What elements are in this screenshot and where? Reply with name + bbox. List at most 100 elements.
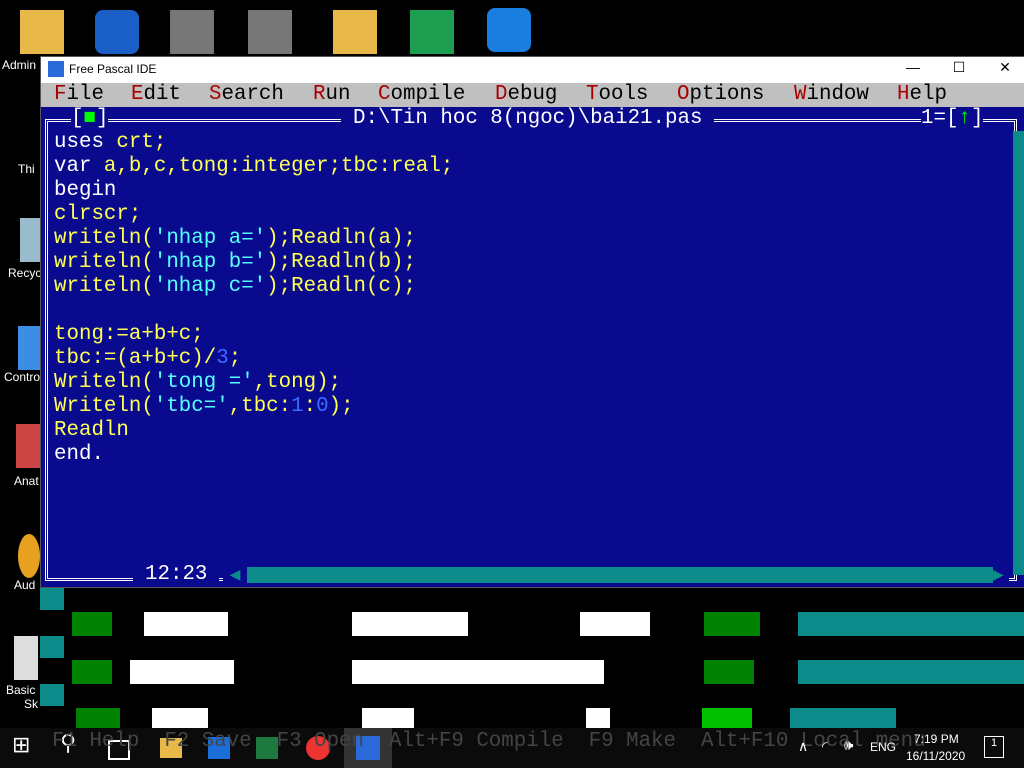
menu-hotkey: H xyxy=(897,83,910,106)
windows-start-icon[interactable]: ⊞ xyxy=(12,732,40,760)
code-line: begin xyxy=(54,179,116,203)
menu-hotkey: D xyxy=(495,83,508,106)
menu-label: earch xyxy=(221,83,284,106)
code-line: writeln('nhap b=');Readln(b); xyxy=(54,251,416,275)
language-indicator[interactable]: ENG xyxy=(870,740,896,754)
menu-hotkey: S xyxy=(209,83,222,106)
code-token: 0 xyxy=(316,395,329,418)
menu-label: un xyxy=(325,83,351,106)
code-line: tong:=a+b+c; xyxy=(54,323,204,347)
scroll-right-icon[interactable]: ▶ xyxy=(993,567,1009,584)
menu-label: dit xyxy=(143,83,181,106)
menu-options[interactable]: Options xyxy=(677,83,764,107)
code-token: 1 xyxy=(291,395,304,418)
pictures-folder-icon[interactable] xyxy=(333,10,377,54)
code-line: var a,b,c,tong:integer;tbc:real; xyxy=(54,155,453,179)
notification-icon[interactable]: 1 xyxy=(984,736,1004,758)
menu-hotkey: R xyxy=(313,83,326,106)
app-shortcut-icon[interactable] xyxy=(95,10,139,54)
window-number-zoom[interactable]: 1=[↑] xyxy=(921,107,984,131)
code-token: a,b,c,tong:integer;tbc:real; xyxy=(103,155,454,178)
zoom-icon[interactable]: ↑ xyxy=(958,107,970,130)
editor-window[interactable]: [■] D:\Tin hoc 8(ngoc)\bai21.pas 1=[↑] u… xyxy=(41,107,1024,587)
title-bar[interactable]: Free Pascal IDE — ☐ ✕ xyxy=(41,57,1024,81)
menu-hotkey: C xyxy=(378,83,391,106)
menu-label: ebug xyxy=(507,83,558,106)
menu-search[interactable]: Search xyxy=(209,83,284,107)
code-token: crt; xyxy=(116,131,167,154)
menu-file[interactable]: File xyxy=(54,83,104,107)
code-token: );Readln(a); xyxy=(266,227,416,250)
menu-window[interactable]: Window xyxy=(794,83,869,107)
code-line: Readln xyxy=(54,419,129,443)
code-token: : xyxy=(303,395,317,418)
horizontal-scrollbar[interactable]: ◀ ▶ xyxy=(223,567,1009,584)
code-token: 'tbc=' xyxy=(153,395,229,418)
code-line: end. xyxy=(54,443,104,467)
audio-icon[interactable] xyxy=(18,534,40,578)
menu-help[interactable]: Help xyxy=(897,83,947,107)
desktop-label: Contro xyxy=(4,370,41,384)
menu-hotkey: T xyxy=(586,83,599,106)
sheets-icon[interactable] xyxy=(410,10,454,54)
menu-label: ptions xyxy=(689,83,765,106)
code-token: end. xyxy=(54,443,104,466)
code-token: ); xyxy=(328,395,354,418)
desktop-label: Admin xyxy=(2,58,37,72)
window-title: Free Pascal IDE xyxy=(69,62,157,76)
code-token: ,tbc: xyxy=(228,395,292,418)
render-artifacts xyxy=(40,588,1024,728)
menu-bar: File Edit Search Run Compile Debug Tools Option… xyxy=(41,83,1024,107)
desktop-label: Anat xyxy=(14,474,39,488)
user-folder-icon[interactable] xyxy=(20,10,64,54)
code-token: writeln( xyxy=(54,227,154,250)
anatomy-icon[interactable] xyxy=(16,424,40,468)
code-line: tbc:=(a+b+c)/3; xyxy=(54,347,241,371)
code-token: tong:=a+b+c; xyxy=(54,323,204,346)
code-line: clrscr; xyxy=(54,203,141,227)
code-token: clrscr; xyxy=(54,203,142,226)
teamviewer-icon[interactable] xyxy=(487,8,531,52)
code-token: 'nhap a=' xyxy=(153,227,267,250)
code-token: );Readln(c); xyxy=(266,275,416,298)
basic-sketch-icon[interactable] xyxy=(14,636,38,680)
code-token: 3 xyxy=(216,347,229,370)
clock-time[interactable]: 7:19 PM xyxy=(914,732,959,746)
close-button[interactable]: ✕ xyxy=(985,59,1024,79)
code-token: Writeln( xyxy=(54,371,154,394)
control-panel-icon[interactable] xyxy=(18,326,40,370)
show-hidden-icons[interactable]: ∧ xyxy=(798,738,808,755)
desktop-label: Recyc xyxy=(8,266,42,280)
close-window-button[interactable]: [■] xyxy=(71,107,109,131)
settings-file-icon[interactable] xyxy=(170,10,214,54)
desktop-label: Sk xyxy=(24,697,39,711)
code-token: writeln( xyxy=(54,275,154,298)
code-line: writeln('nhap c=');Readln(c); xyxy=(54,275,416,299)
menu-label: elp xyxy=(909,83,947,106)
free-pascal-window: Free Pascal IDE — ☐ ✕ File Edit Search Run C… xyxy=(40,56,1024,588)
menu-run[interactable]: Run xyxy=(313,83,350,107)
code-line: Writeln('tong =',tong); xyxy=(54,371,341,395)
minimize-button[interactable]: — xyxy=(893,59,933,79)
menu-compile[interactable]: Compile xyxy=(378,83,465,107)
status-line: F1 Help F2 Save F3 Open Alt+F9 Compile F… xyxy=(52,730,926,753)
network-icon[interactable]: ◜ xyxy=(822,738,827,755)
window-number: 1 xyxy=(921,107,934,130)
desktop-label: Thi xyxy=(18,162,35,176)
cursor-position: 12:23 xyxy=(133,563,220,587)
maximize-button[interactable]: ☐ xyxy=(939,59,979,79)
volume-icon[interactable]: 🕪 xyxy=(844,737,853,754)
taskbar: ⊞ ⚲ F1 Help F2 Save F3 Open Alt+F9 Compi… xyxy=(0,728,1024,768)
desktop-label: Aud xyxy=(14,578,36,592)
scroll-left-icon[interactable]: ◀ xyxy=(223,567,247,584)
recycle-bin-icon[interactable] xyxy=(20,218,40,262)
menu-edit[interactable]: Edit xyxy=(131,83,181,107)
vertical-scrollbar[interactable] xyxy=(1013,131,1024,575)
menu-hotkey: W xyxy=(794,83,807,106)
menu-hotkey: O xyxy=(677,83,690,106)
settings-file-icon[interactable] xyxy=(248,10,292,54)
menu-tools[interactable]: Tools xyxy=(586,83,648,107)
clock-date[interactable]: 16/11/2020 xyxy=(906,749,965,763)
menu-debug[interactable]: Debug xyxy=(495,83,557,107)
code-line: writeln('nhap a=');Readln(a); xyxy=(54,227,416,251)
